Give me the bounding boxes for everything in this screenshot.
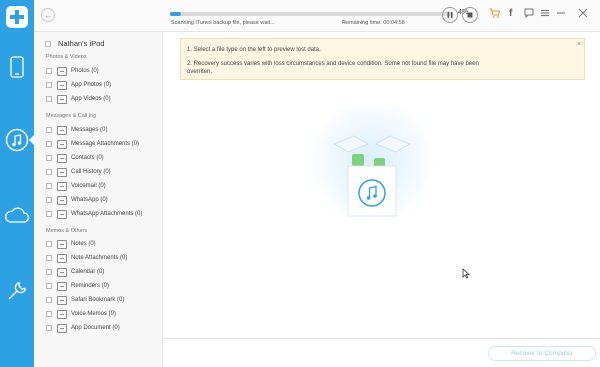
notice-line-3: overriten. [187,69,213,75]
category-item[interactable]: Call History (0) [46,166,111,178]
app-photos-icon [57,80,67,90]
pause-icon[interactable] [442,7,458,23]
left-rail [0,0,35,367]
checkbox[interactable] [46,211,52,217]
recover-to-computer-button[interactable]: Recover to Computer [488,346,596,361]
facebook-icon[interactable]: f [509,8,512,19]
checkbox[interactable] [46,183,52,189]
device-checkbox[interactable] [45,40,51,47]
checkbox[interactable] [46,96,52,102]
checkbox[interactable] [46,127,52,133]
menu-icon[interactable] [540,8,550,21]
notes-icon [57,239,67,249]
app-window: ← 4% Scanning iTunes backup file, please… [0,0,600,367]
empty-box-illustration [311,108,433,226]
checkbox[interactable] [46,269,52,275]
category-item[interactable]: Reminders (0) [46,280,109,292]
checkbox[interactable] [46,155,52,161]
category-item[interactable]: Safari Bookmark (0) [46,294,124,306]
stop-icon[interactable] [462,7,478,23]
calendar-icon [57,267,67,277]
checkbox[interactable] [46,325,52,331]
messages-icon [57,125,67,135]
message-attachments-icon [57,139,67,149]
remaining-time: Remaining time: 00:04:58 [342,20,405,26]
category-item[interactable]: App Document (0) [46,322,120,334]
section-label-memos: Memos & Others [46,228,88,234]
feedback-icon[interactable] [524,8,534,21]
whatsapp-attachments-icon [57,209,67,219]
checkbox[interactable] [46,68,52,74]
section-label-photos: Photos & Videos [46,54,87,60]
cart-icon[interactable] [489,8,501,21]
category-item[interactable]: WhatsApp Attachments (0) [46,208,142,220]
note-attachments-icon [57,253,67,263]
category-item[interactable]: WhatsApp (0) [46,194,108,206]
main-area: 1. Select a file type on the left to pre… [163,32,600,338]
checkbox[interactable] [46,283,52,289]
category-item[interactable]: Note Attachments (0) [46,252,127,264]
scan-progress-bar [170,12,453,16]
music-icon[interactable] [0,123,35,157]
category-item[interactable]: Voicemail (0) [46,180,106,192]
checkbox[interactable] [46,197,52,203]
device-row[interactable]: Nathan's iPod [45,39,104,48]
section-label-messages: Messages & Call log [46,113,97,119]
mouse-cursor-icon [462,268,470,279]
category-item[interactable]: Message Attachments (0) [46,138,139,150]
category-item[interactable]: Notes (0) [46,238,96,250]
checkbox[interactable] [46,297,52,303]
voicemail-icon [57,181,67,191]
notice-line-2: 2. Recovery success varies with loss cir… [187,61,479,67]
cloud-icon[interactable] [0,198,34,232]
checkbox[interactable] [46,241,52,247]
category-item[interactable]: Contacts (0) [46,152,104,164]
minimize-icon[interactable] [556,8,566,21]
category-item[interactable]: Calendar (0) [46,266,104,278]
notice-close-icon[interactable]: × [577,41,581,48]
info-notice: 1. Select a file type on the left to pre… [180,38,585,80]
category-item[interactable]: Photos (0) [46,65,99,77]
whatsapp-icon [57,195,67,205]
contacts-icon [57,153,67,163]
category-item[interactable]: Voice Memos (0) [46,308,116,320]
device-name: Nathan's iPod [58,39,105,48]
category-item[interactable]: App Photos (0) [46,79,111,91]
category-panel: Nathan's iPod Photos & Videos Photos (0)… [34,32,163,367]
checkbox[interactable] [46,169,52,175]
call-history-icon [57,167,67,177]
phone-icon[interactable] [0,50,34,84]
scan-progress-fill [170,12,182,16]
notice-line-1: 1. Select a file type on the left to pre… [187,47,321,53]
checkbox[interactable] [46,141,52,147]
category-item[interactable]: Messages (0) [46,124,107,136]
checkbox[interactable] [46,311,52,317]
logo-icon [0,0,34,34]
voice-memos-icon [57,309,67,319]
checkbox[interactable] [46,82,52,88]
app-document-icon [57,323,67,333]
back-icon[interactable]: ← [41,8,55,22]
bottom-bar: Recover to Computer [163,338,600,367]
top-bar: ← 4% Scanning iTunes backup file, please… [34,0,600,32]
checkbox[interactable] [46,255,52,261]
safari-bookmark-icon [57,295,67,305]
scan-status-text: Scanning iTunes backup file, please wait… [171,20,275,26]
close-icon[interactable] [578,8,588,21]
photos-icon [57,66,67,76]
app-videos-icon [57,94,67,104]
reminders-icon [57,281,67,291]
wrench-icon[interactable] [0,274,34,308]
category-item[interactable]: App Videos (0) [46,93,111,105]
